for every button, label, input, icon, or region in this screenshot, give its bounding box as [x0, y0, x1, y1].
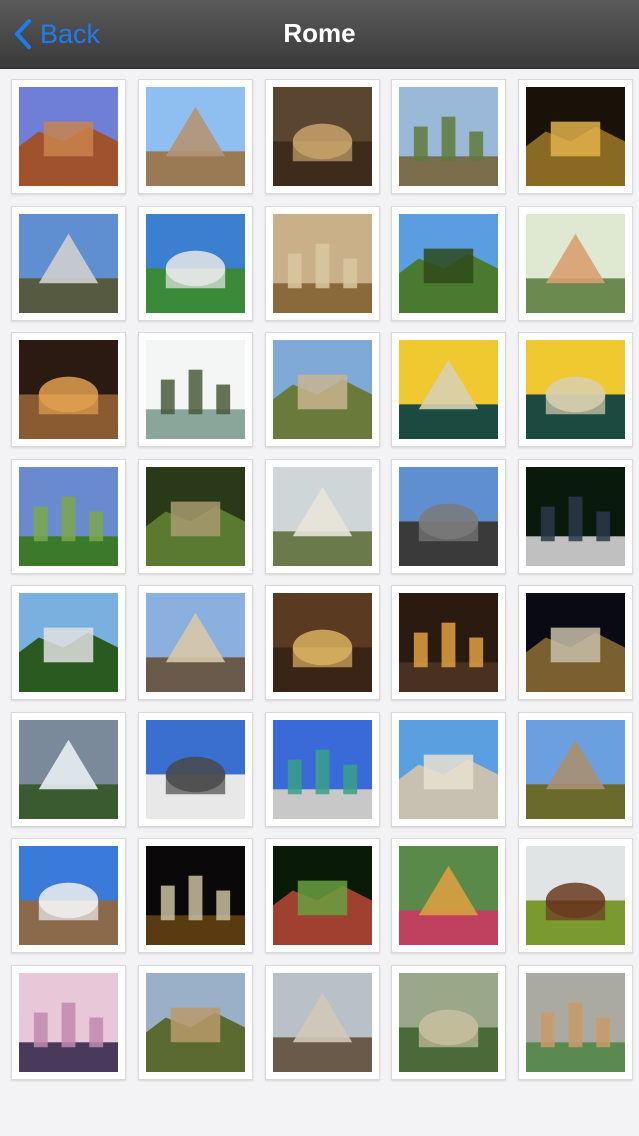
- fountain-garden-image: [145, 466, 245, 566]
- photo-thumbnail[interactable]: [264, 585, 380, 700]
- photo-thumbnail[interactable]: [391, 458, 507, 574]
- photo-thumbnail[interactable]: [518, 79, 633, 194]
- trajan-column-image: [145, 593, 245, 692]
- garden-fountain-image: [526, 972, 625, 1072]
- church-dome-image: [145, 87, 245, 186]
- photo-grid: [11, 79, 633, 1080]
- triumphal-arch-image: [526, 719, 625, 819]
- page-title: Rome: [283, 18, 356, 48]
- photo-thumbnail[interactable]: [11, 964, 126, 1080]
- photo-thumbnail[interactable]: [391, 79, 507, 194]
- photo-thumbnail[interactable]: [137, 458, 253, 574]
- temple-tree-image: [19, 846, 118, 945]
- church-interior-image: [272, 87, 372, 186]
- photo-thumbnail[interactable]: [391, 964, 507, 1080]
- vittoriano-image: [145, 213, 245, 313]
- bridge-image: [399, 340, 499, 439]
- archway-street-image: [19, 340, 118, 439]
- bridge-image: [526, 340, 625, 439]
- photo-thumbnail[interactable]: [264, 79, 380, 194]
- photo-thumbnail[interactable]: [264, 332, 380, 447]
- photo-thumbnail[interactable]: [11, 585, 126, 700]
- circus-maximus-image: [526, 846, 625, 945]
- photo-thumbnail[interactable]: [264, 458, 380, 574]
- pine-tree-image: [399, 213, 499, 313]
- photo-thumbnail[interactable]: [11, 332, 126, 447]
- photo-thumbnail[interactable]: [518, 332, 633, 447]
- photo-thumbnail[interactable]: [264, 964, 380, 1080]
- nav-bar: Back Rome: [0, 0, 639, 68]
- photo-thumbnail[interactable]: [137, 964, 253, 1080]
- photo-thumbnail[interactable]: [11, 79, 126, 194]
- villa-garden-image: [526, 213, 625, 313]
- photo-thumbnail[interactable]: [137, 332, 253, 447]
- photo-thumbnail[interactable]: [137, 585, 253, 700]
- cemetery-trees-image: [19, 593, 118, 692]
- statue-sky-image: [399, 466, 499, 566]
- aqueduct-image: [399, 972, 499, 1072]
- equestrian-statue-image: [145, 719, 245, 819]
- st-peters-dusk-image: [19, 972, 118, 1072]
- city-panorama-image: [145, 972, 245, 1072]
- photo-thumbnail[interactable]: [518, 964, 633, 1080]
- colosseum-image: [19, 87, 118, 186]
- photo-thumbnail[interactable]: [518, 838, 633, 953]
- photo-thumbnail[interactable]: [518, 458, 633, 574]
- flower-garden-image: [399, 846, 499, 945]
- photo-thumbnail[interactable]: [137, 838, 253, 953]
- green-dome-image: [272, 719, 372, 819]
- garden-path-image: [272, 846, 372, 945]
- photo-thumbnail[interactable]: [391, 205, 507, 321]
- pyramid-image: [19, 213, 118, 313]
- photo-thumbnail[interactable]: [391, 585, 507, 700]
- photo-thumbnail[interactable]: [11, 458, 126, 574]
- photo-thumbnail[interactable]: [11, 838, 126, 953]
- colosseum-night-image: [526, 87, 625, 186]
- altar-gold-image: [272, 593, 372, 692]
- column-ruins-image: [272, 340, 372, 439]
- photo-thumbnail[interactable]: [264, 205, 380, 321]
- photo-thumbnail[interactable]: [391, 838, 507, 953]
- bronze-statue-image: [526, 466, 625, 566]
- photo-thumbnail[interactable]: [518, 711, 633, 827]
- park-field-image: [19, 466, 118, 566]
- photo-thumbnail[interactable]: [518, 205, 633, 321]
- photo-thumbnail[interactable]: [11, 711, 126, 827]
- cloudy-sky-image: [19, 719, 118, 819]
- photo-thumbnail[interactable]: [264, 711, 380, 827]
- photo-thumbnail[interactable]: [264, 838, 380, 953]
- photo-thumbnail[interactable]: [11, 205, 126, 321]
- st-peters-image: [399, 719, 499, 819]
- photo-thumbnail[interactable]: [391, 711, 507, 827]
- river-view-image: [145, 340, 245, 439]
- basilica-interior-image: [399, 593, 499, 692]
- photo-thumbnail[interactable]: [518, 585, 633, 700]
- forum-ruins-image: [399, 87, 499, 186]
- photo-thumbnail[interactable]: [137, 711, 253, 827]
- fresco-ceiling-image: [272, 213, 372, 313]
- photo-thumbnail[interactable]: [391, 332, 507, 447]
- arch-night-image: [526, 593, 625, 692]
- photo-thumbnail[interactable]: [137, 205, 253, 321]
- rooftops-image: [272, 972, 372, 1072]
- st-peters-distant-image: [272, 466, 372, 566]
- photo-thumbnail[interactable]: [137, 79, 253, 194]
- pyramid-night-image: [145, 846, 245, 945]
